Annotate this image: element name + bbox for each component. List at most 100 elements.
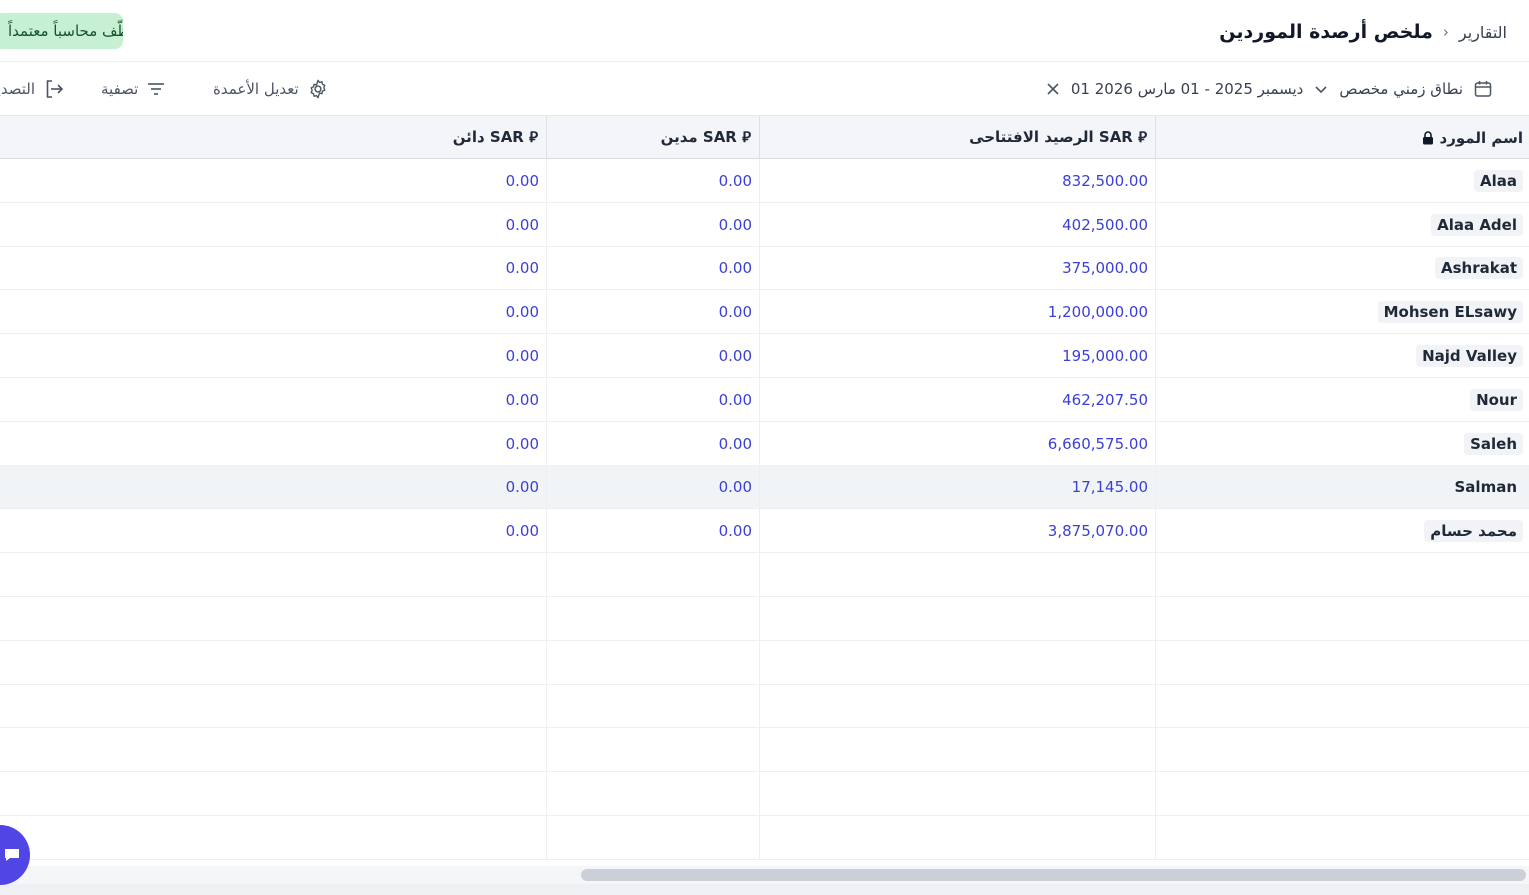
opening-balance-cell[interactable]: 3,875,070.00 [760,509,1156,554]
page-title: ملخص أرصدة الموردين [1219,21,1433,43]
supplier-balances-table: اسم المورد الرصيد الافتتاحى SAR ⃁ مدين S… [0,116,1529,866]
opening-balance-cell[interactable]: 462,207.50 [760,377,1156,422]
supplier-name-cell: Alaa Adel [1156,203,1529,247]
breadcrumb-reports-link[interactable]: التقارير [1459,23,1507,42]
debit-cell[interactable]: 0.00 [547,159,760,203]
column-header-debit[interactable]: مدين SAR ⃁ [547,116,760,159]
hire-accountant-label: وظّف محاسباً معتمداً [8,22,123,40]
chat-icon [3,846,21,864]
opening-balance-cell[interactable]: 832,500.00 [760,159,1156,203]
debit-cell[interactable]: 0.00 [547,290,760,335]
empty-cell [0,553,547,597]
opening-balance-cell[interactable]: 6,660,575.00 [760,421,1156,466]
supplier-name-header-label: اسم المورد [1439,128,1523,147]
supplier-name[interactable]: Najd Valley [1416,345,1523,368]
table-body: Alaa 832,500.00 0.00 0.00 Alaa Adel 402,… [0,159,1529,860]
debit-cell[interactable]: 0.00 [547,465,760,510]
edit-columns-button[interactable]: تعديل الأعمدة [213,76,329,102]
breadcrumb: التقارير › ملخص أرصدة الموردين [1219,18,1507,46]
credit-cell[interactable]: 0.00 [0,159,547,203]
column-header-opening-balance[interactable]: الرصيد الافتتاحى SAR ⃁ [760,116,1156,159]
empty-cell [1156,728,1529,772]
opening-balance-cell[interactable]: 195,000.00 [760,334,1156,378]
debit-cell[interactable]: 0.00 [547,334,760,378]
empty-cell [547,684,760,729]
table-row[interactable]: Alaa 832,500.00 0.00 0.00 [0,159,1529,203]
debit-cell[interactable]: 0.00 [547,202,760,247]
opening-balance-cell[interactable]: 1,200,000.00 [760,290,1156,335]
supplier-name[interactable]: محمد حسام [1424,520,1523,543]
gear-icon [307,78,329,100]
empty-row [0,640,1529,685]
supplier-name-cell: Najd Valley [1156,334,1529,378]
supplier-name-cell: Mohsen ELsawy [1156,290,1529,334]
export-button[interactable]: التصدير [0,76,65,102]
filter-icon [146,79,166,99]
date-range-value: 01 ديسمبر 2025 - 01 مارس 2026 [1070,80,1304,98]
supplier-name[interactable]: Mohsen ELsawy [1377,301,1523,324]
supplier-name[interactable]: Saleh [1464,432,1523,455]
table-row-selected[interactable]: Salman 17,145.00 0.00 0.00 [0,465,1529,510]
empty-cell [547,728,760,773]
date-range-picker[interactable]: نطاق زمني مخصص 01 ديسمبر 2025 - 01 مارس … [1045,76,1493,102]
supplier-name-cell: Nour [1156,378,1529,422]
table-row[interactable]: Mohsen ELsawy 1,200,000.00 0.00 0.00 [0,290,1529,335]
credit-cell[interactable]: 0.00 [0,377,547,422]
report-toolbar: نطاق زمني مخصص 01 ديسمبر 2025 - 01 مارس … [0,62,1529,116]
empty-cell [0,596,547,641]
empty-cell [0,640,547,685]
opening-balance-cell[interactable]: 17,145.00 [760,465,1156,510]
credit-cell[interactable]: 0.00 [0,290,547,335]
supplier-name-cell: Ashrakat [1156,247,1529,291]
debit-cell[interactable]: 0.00 [547,509,760,554]
credit-cell[interactable]: 0.00 [0,334,547,378]
supplier-name[interactable]: Alaa [1474,169,1523,192]
empty-cell [1156,597,1529,641]
column-header-supplier-name[interactable]: اسم المورد [1156,116,1529,159]
supplier-name-cell: محمد حسام [1156,509,1529,553]
clear-date-icon[interactable] [1045,81,1061,97]
empty-cell [547,772,760,816]
supplier-name[interactable]: Ashrakat [1434,257,1523,280]
hire-accountant-button[interactable]: وظّف محاسباً معتمداً [0,13,123,49]
empty-cell [0,684,547,729]
empty-cell [760,772,1156,816]
table-row[interactable]: Nour 462,207.50 0.00 0.00 [0,377,1529,422]
supplier-name-cell: Alaa [1156,159,1529,203]
date-range-type: نطاق زمني مخصص [1339,80,1463,98]
opening-balance-cell[interactable]: 402,500.00 [760,202,1156,247]
credit-cell[interactable]: 0.00 [0,509,547,554]
supplier-name-cell: Salman [1156,466,1529,510]
debit-cell[interactable]: 0.00 [547,246,760,291]
credit-cell[interactable]: 0.00 [0,202,547,247]
filter-button[interactable]: تصفية [101,76,166,102]
credit-cell[interactable]: 0.00 [0,421,547,466]
credit-cell[interactable]: 0.00 [0,465,547,510]
supplier-name[interactable]: Salman [1449,476,1524,498]
chevron-down-icon[interactable] [1313,81,1329,97]
table-row[interactable]: Ashrakat 375,000.00 0.00 0.00 [0,246,1529,291]
export-icon [43,78,65,100]
empty-cell [760,815,1156,860]
supplier-name[interactable]: Alaa Adel [1431,213,1523,236]
breadcrumb-separator: › [1442,23,1449,41]
table-row[interactable]: Alaa Adel 402,500.00 0.00 0.00 [0,202,1529,247]
debit-cell[interactable]: 0.00 [547,377,760,422]
edit-columns-label: تعديل الأعمدة [213,80,299,98]
table-row[interactable]: Najd Valley 195,000.00 0.00 0.00 [0,334,1529,378]
table-row[interactable]: محمد حسام 3,875,070.00 0.00 0.00 [0,509,1529,554]
footer-strip [0,884,1529,895]
credit-cell[interactable]: 0.00 [0,246,547,291]
empty-row [0,553,1529,597]
opening-balance-cell[interactable]: 375,000.00 [760,246,1156,291]
debit-cell[interactable]: 0.00 [547,421,760,466]
table-row[interactable]: Saleh 6,660,575.00 0.00 0.00 [0,421,1529,466]
empty-cell [760,640,1156,685]
table-header-row: اسم المورد الرصيد الافتتاحى SAR ⃁ مدين S… [0,116,1529,159]
empty-cell [1156,553,1529,597]
horizontal-scrollbar-thumb[interactable] [581,869,1526,881]
empty-cell [1156,685,1529,729]
supplier-name[interactable]: Nour [1470,388,1523,411]
empty-cell [1156,772,1529,816]
column-header-credit[interactable]: دائن SAR ⃁ [0,116,547,159]
